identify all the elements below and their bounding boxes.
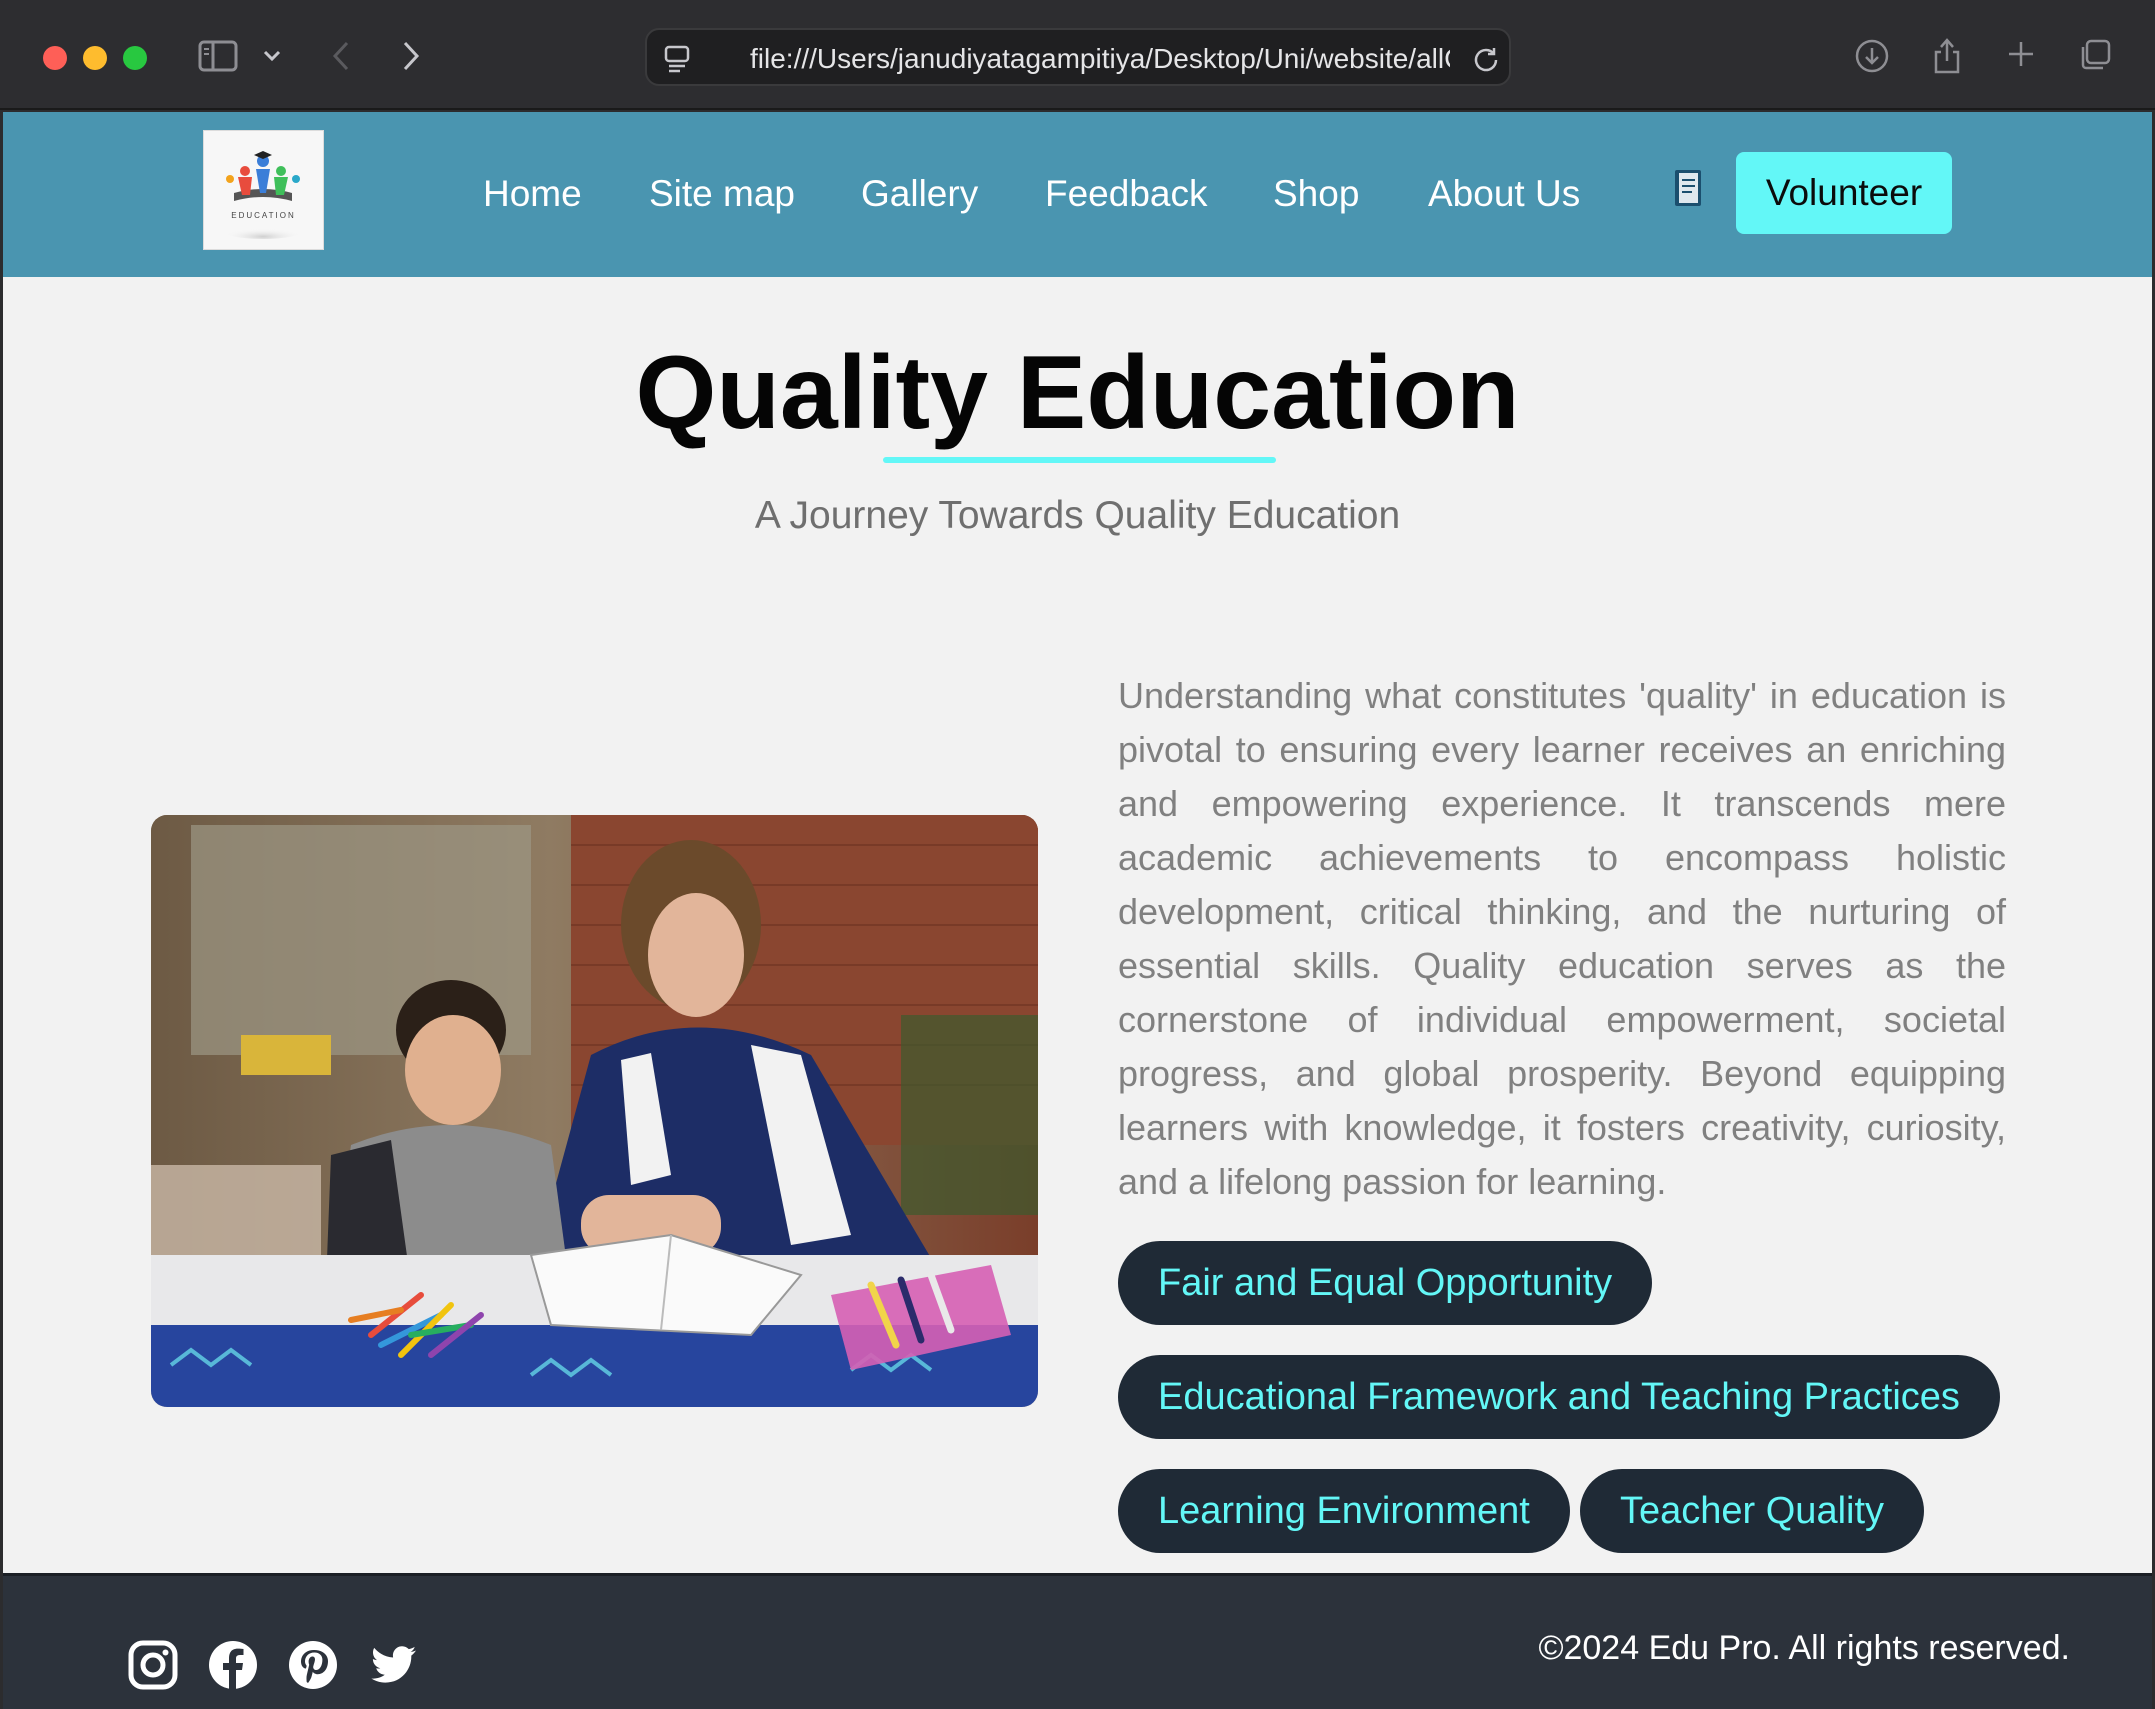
logo-text: EDUCATION xyxy=(231,211,296,220)
new-tab-icon[interactable] xyxy=(2005,38,2037,70)
page-settings-icon[interactable] xyxy=(663,44,691,74)
page-subtitle: A Journey Towards Quality Education xyxy=(754,494,1401,537)
zoom-window-button[interactable] xyxy=(123,46,147,70)
nav-gallery[interactable]: Gallery xyxy=(861,172,978,216)
topic-educational-framework[interactable]: Educational Framework and Teaching Pract… xyxy=(1118,1355,2000,1439)
back-arrow-icon[interactable] xyxy=(328,38,354,74)
address-bar[interactable]: file:///Users/janudiyatagampitiya/Deskto… xyxy=(645,28,1511,86)
book-icon[interactable] xyxy=(1672,168,1704,208)
title-underline xyxy=(883,457,1276,463)
instagram-icon[interactable] xyxy=(127,1639,179,1691)
close-window-button[interactable] xyxy=(43,46,67,70)
topic-teacher-quality[interactable]: Teacher Quality xyxy=(1580,1469,1925,1553)
nav-site-map[interactable]: Site map xyxy=(649,172,795,216)
site-logo[interactable]: EDUCATION xyxy=(203,130,324,250)
nav-shop[interactable]: Shop xyxy=(1273,172,1359,216)
main-content: Quality Education A Journey Towards Qual… xyxy=(3,277,2152,1573)
facebook-icon[interactable] xyxy=(207,1639,259,1691)
topic-fair-equal-opportunity[interactable]: Fair and Equal Opportunity xyxy=(1118,1241,1653,1325)
site-header: EDUCATION Home Site map Gallery Feedback… xyxy=(3,112,2152,277)
pinterest-icon[interactable] xyxy=(287,1639,339,1691)
twitter-icon[interactable] xyxy=(367,1639,419,1691)
site-footer: ©2024 Edu Pro. All rights reserved. xyxy=(3,1573,2152,1709)
nav-feedback[interactable]: Feedback xyxy=(1045,172,1208,216)
topic-learning-environment[interactable]: Learning Environment xyxy=(1118,1469,1570,1553)
browser-toolbar: file:///Users/janudiyatagampitiya/Deskto… xyxy=(0,0,2155,110)
minimize-window-button[interactable] xyxy=(83,46,107,70)
share-icon[interactable] xyxy=(1930,34,1964,76)
chevron-down-icon[interactable] xyxy=(262,44,282,68)
url-text[interactable]: file:///Users/janudiyatagampitiya/Deskto… xyxy=(750,44,1450,74)
copyright-text: ©2024 Edu Pro. All rights reserved. xyxy=(1538,1629,2070,1667)
download-icon[interactable] xyxy=(1854,38,1890,74)
browser-window: file:///Users/janudiyatagampitiya/Deskto… xyxy=(0,0,2155,1709)
nav-home[interactable]: Home xyxy=(483,172,582,216)
volunteer-button[interactable]: Volunteer xyxy=(1736,152,1952,234)
sidebar-toggle-icon[interactable] xyxy=(197,38,239,74)
page-title: Quality Education xyxy=(635,335,1520,451)
teacher-child-photo xyxy=(151,815,1038,1407)
reload-icon[interactable] xyxy=(1472,44,1500,74)
intro-paragraph: Understanding what constitutes 'quality'… xyxy=(1118,675,2006,1202)
forward-arrow-icon[interactable] xyxy=(398,38,424,74)
nav-about-us[interactable]: About Us xyxy=(1428,172,1580,216)
tab-overview-icon[interactable] xyxy=(2077,37,2113,73)
